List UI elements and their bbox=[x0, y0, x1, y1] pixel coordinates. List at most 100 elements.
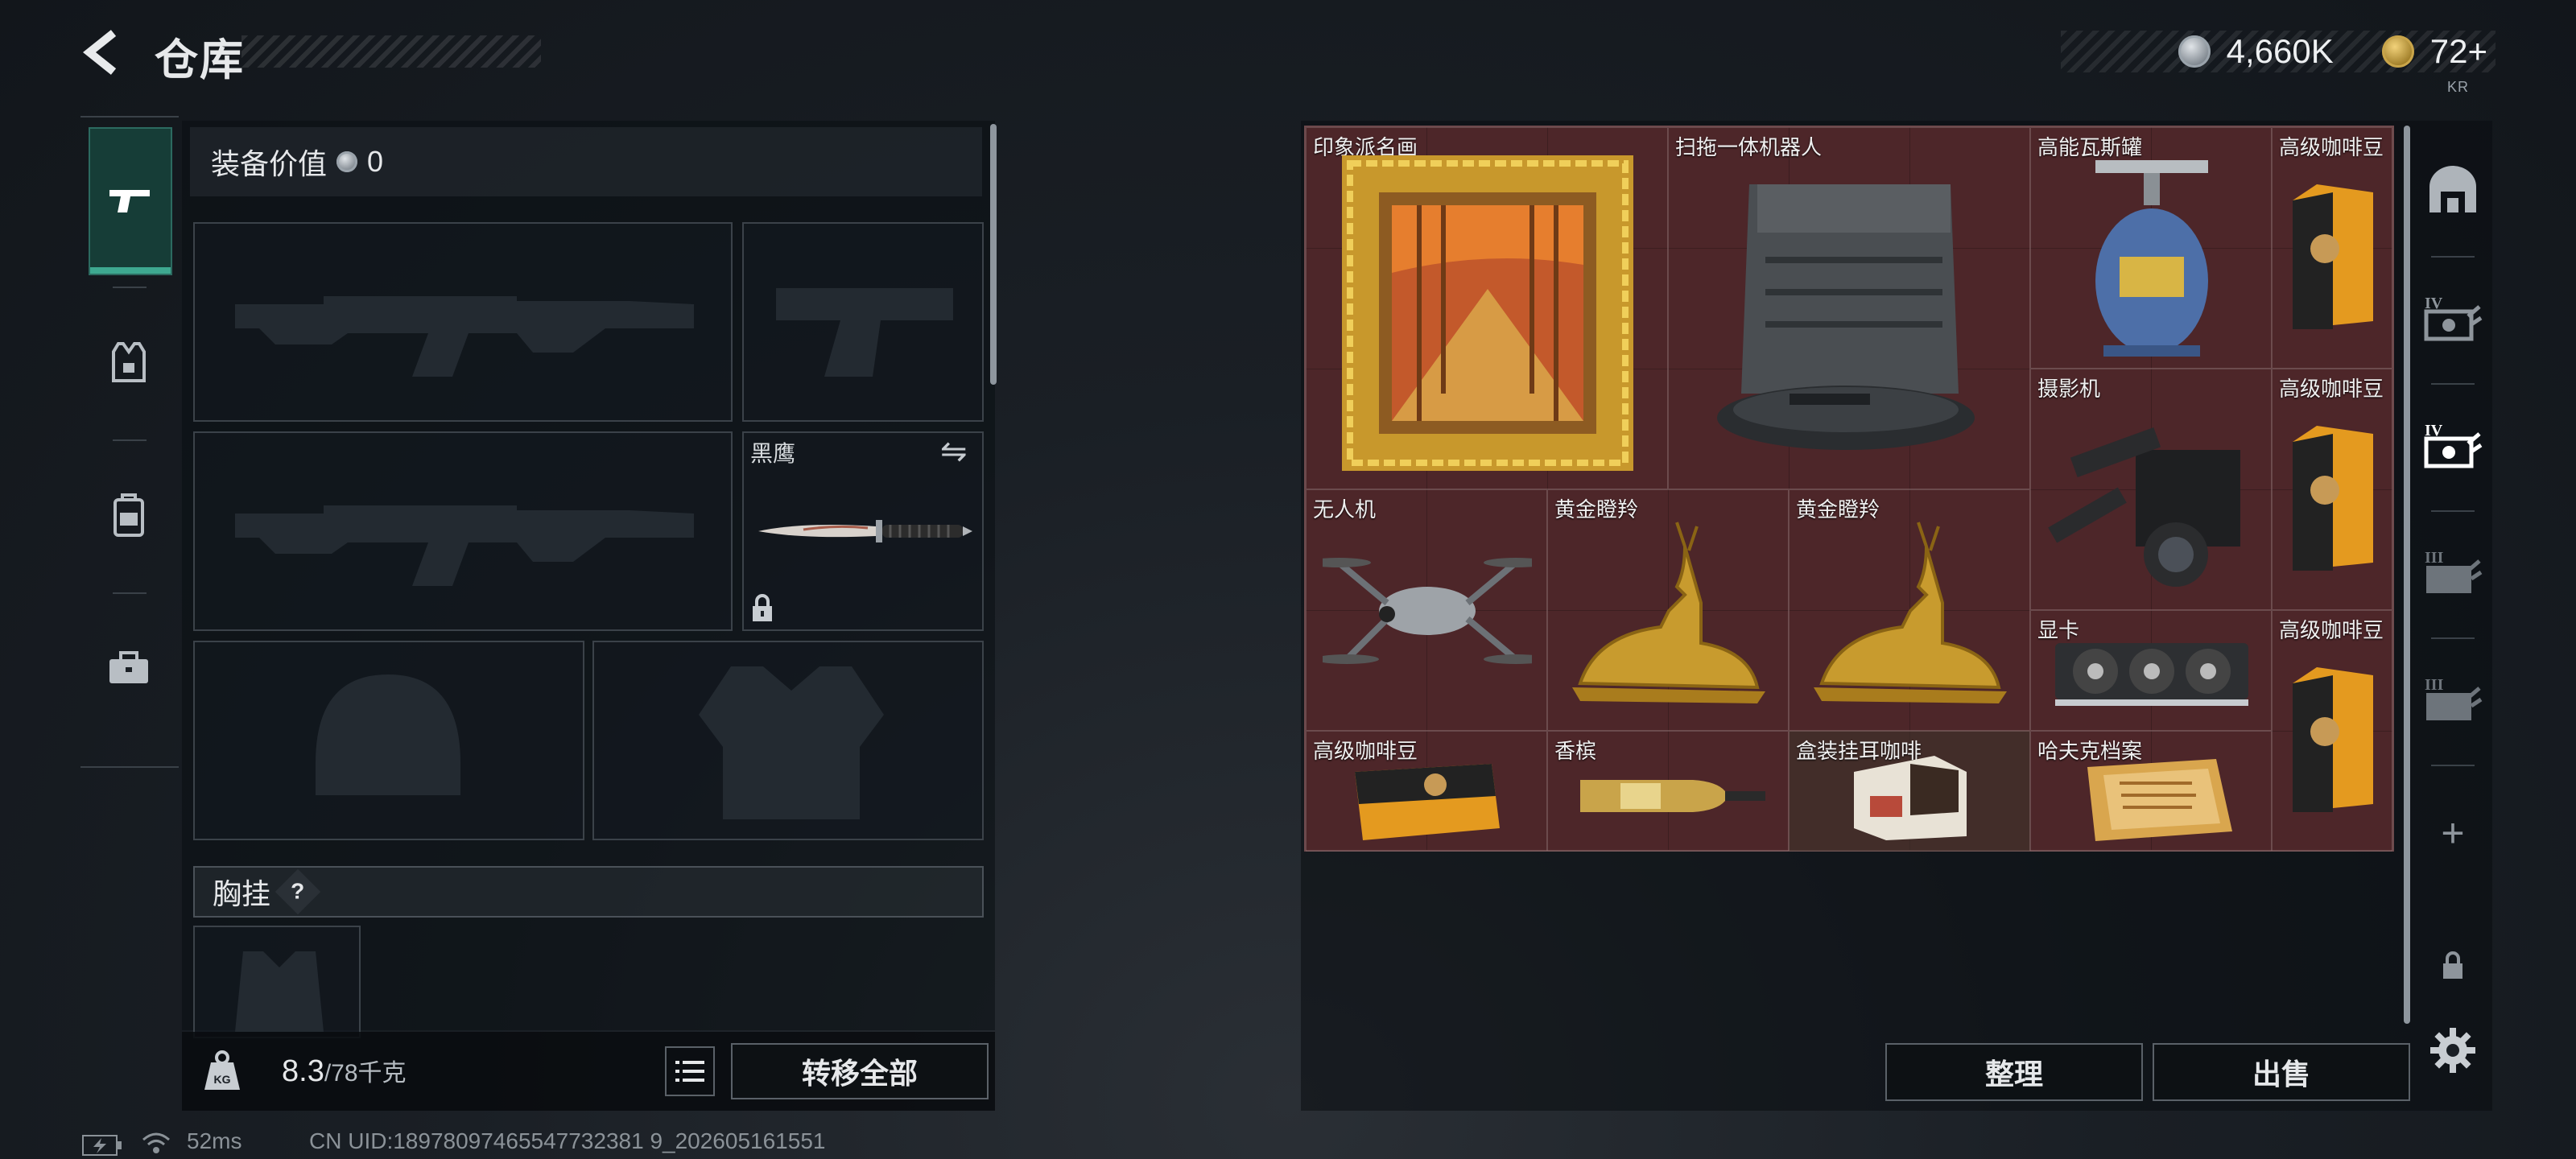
tab-case-iv-2[interactable]: IV bbox=[2417, 385, 2489, 505]
battery-icon bbox=[82, 1135, 122, 1156]
melee-item-label: 黑鹰 bbox=[750, 441, 796, 466]
stash-item-golden-deer-2[interactable]: 黄金瞪羚 bbox=[1789, 489, 2030, 731]
item-name: 高级咖啡豆 bbox=[2279, 377, 2384, 401]
golden-deer-icon bbox=[1814, 522, 2007, 703]
gold-coin-icon bbox=[2381, 35, 2414, 68]
helmet-silhouette-icon bbox=[316, 674, 460, 795]
title-decoration bbox=[242, 35, 541, 68]
stash-item-painting[interactable]: 印象派名画 bbox=[1306, 127, 1668, 489]
tab-case-iii-2[interactable]: III bbox=[2417, 639, 2489, 760]
helmet-slot[interactable] bbox=[193, 641, 584, 840]
chest-rig-slot[interactable] bbox=[193, 926, 361, 1038]
tab-stash-home[interactable] bbox=[2417, 130, 2489, 251]
armor-slot[interactable] bbox=[592, 641, 984, 840]
sell-button[interactable]: 出售 bbox=[2153, 1043, 2410, 1101]
silver-coin-icon bbox=[2178, 35, 2211, 68]
gas-canister-icon bbox=[2095, 160, 2208, 357]
stash-item-coffee-1[interactable]: 高级咖啡豆 bbox=[2272, 127, 2392, 369]
svg-text:III: III bbox=[2425, 549, 2444, 567]
weight-max: /78千克 bbox=[324, 1060, 407, 1087]
stash-item-video-camera[interactable]: 摄影机 bbox=[2030, 369, 2272, 610]
robot-vacuum-icon bbox=[1717, 184, 1975, 450]
drone-icon bbox=[1323, 558, 1532, 664]
silver-currency-value: 4,660K bbox=[2226, 32, 2334, 70]
primary-weapon-slot[interactable] bbox=[193, 222, 733, 422]
briefcase-icon bbox=[109, 651, 148, 683]
tab-case-iii-1[interactable]: III bbox=[2417, 512, 2489, 633]
stash-grid: 印象派名画 扫拖一体机器人 高能瓦斯罐 高级咖啡豆 摄影机 高级咖啡豆 无人机 … bbox=[1304, 126, 2394, 852]
graphics-card-icon bbox=[2055, 643, 2248, 706]
lock-icon bbox=[753, 594, 772, 621]
pistol-icon bbox=[109, 190, 150, 212]
stash-item-documents[interactable]: 哈夫克档案 bbox=[2030, 731, 2272, 852]
rail-item-weapon[interactable] bbox=[89, 127, 172, 275]
help-icon[interactable]: ? bbox=[275, 868, 321, 915]
weight-icon: KG bbox=[204, 1050, 240, 1090]
wifi-icon bbox=[142, 1132, 170, 1153]
swap-icon[interactable]: ⇋ bbox=[940, 433, 968, 470]
stash-item-coffee-3[interactable]: 高级咖啡豆 bbox=[2272, 610, 2392, 852]
rifle-silhouette-icon bbox=[235, 296, 694, 377]
coffee-box-icon bbox=[1854, 756, 1967, 840]
framed-painting-icon bbox=[1342, 155, 1633, 471]
pistol-slot[interactable] bbox=[742, 222, 984, 422]
tier4-case-icon: IV bbox=[2424, 295, 2483, 341]
melee-slot[interactable]: 黑鹰 ⇋ bbox=[742, 431, 984, 631]
stash-item-golden-deer-1[interactable]: 黄金瞪羚 bbox=[1547, 489, 1789, 731]
add-tab-button[interactable]: + bbox=[2417, 773, 2489, 893]
stash-item-gas-canister[interactable]: 高能瓦斯罐 bbox=[2030, 127, 2272, 369]
transfer-all-button[interactable]: 转移全部 bbox=[731, 1043, 989, 1099]
back-arrow-icon bbox=[82, 30, 117, 75]
equipment-value: 0 bbox=[367, 145, 384, 178]
list-view-button[interactable] bbox=[665, 1046, 715, 1096]
svg-text:KG: KG bbox=[214, 1073, 231, 1086]
champagne-bottle-icon bbox=[1580, 780, 1765, 812]
backpack-icon bbox=[114, 493, 144, 537]
golden-deer-icon bbox=[1572, 522, 1765, 703]
stash-home-icon bbox=[2429, 166, 2476, 212]
chest-rig-label: 胸挂 bbox=[213, 877, 271, 910]
back-button[interactable] bbox=[77, 24, 126, 80]
tier3-case-icon: III bbox=[2425, 549, 2483, 593]
stash-item-robot-vacuum[interactable]: 扫拖一体机器人 bbox=[1668, 127, 2030, 489]
stash-item-coffee-box[interactable]: 盒装挂耳咖啡 bbox=[1789, 731, 2030, 852]
item-name: 香槟 bbox=[1554, 739, 1597, 763]
svg-text:III: III bbox=[2425, 676, 2444, 694]
uid-text: CN UID:18978097465547732381 9_2026051615… bbox=[309, 1128, 826, 1153]
tier4-case-icon: IV bbox=[2424, 422, 2483, 468]
page-title: 仓库 bbox=[155, 36, 245, 85]
lock-icon bbox=[2443, 951, 2462, 979]
settings-button[interactable] bbox=[2417, 990, 2489, 1111]
stash-scrollbar[interactable] bbox=[2404, 126, 2410, 1024]
equipment-scrollbar[interactable] bbox=[990, 124, 997, 385]
armor-silhouette-icon bbox=[699, 666, 884, 819]
equipment-value-label: 装备价值 bbox=[211, 147, 328, 180]
coffee-bag-icon bbox=[2293, 426, 2373, 571]
weight-readout: 8.3/78千克 bbox=[282, 1053, 407, 1089]
pistol-silhouette-icon bbox=[776, 288, 953, 377]
category-rail bbox=[80, 116, 179, 768]
item-name: 摄影机 bbox=[2037, 377, 2101, 401]
list-icon bbox=[675, 1061, 704, 1082]
stash-item-coffee-4[interactable]: 高级咖啡豆 bbox=[1306, 731, 1547, 852]
gold-currency-value[interactable]: 72+ bbox=[2430, 32, 2487, 71]
tier3-case-icon: III bbox=[2425, 676, 2483, 720]
weight-current: 8.3 bbox=[282, 1054, 324, 1088]
stash-item-graphics-card[interactable]: 显卡 bbox=[2030, 610, 2272, 731]
tab-case-iv-1[interactable]: IV bbox=[2417, 258, 2489, 378]
video-camera-icon bbox=[2048, 427, 2240, 587]
stash-item-champagne[interactable]: 香槟 bbox=[1547, 731, 1789, 852]
chest-rig-silhouette-icon bbox=[235, 951, 324, 1032]
sort-button[interactable]: 整理 bbox=[1885, 1043, 2143, 1101]
stash-item-coffee-2[interactable]: 高级咖啡豆 bbox=[2272, 369, 2392, 610]
currency-bar: 4,660K 72+ bbox=[2061, 31, 2496, 72]
documents-icon bbox=[2087, 759, 2232, 841]
rail-item-toolbox[interactable] bbox=[89, 596, 169, 740]
region-badge: KR bbox=[2447, 79, 2470, 95]
coffee-bag-icon bbox=[2293, 184, 2373, 329]
stash-item-drone[interactable]: 无人机 bbox=[1306, 489, 1547, 731]
rail-item-backpack[interactable] bbox=[89, 443, 169, 588]
rail-item-armor[interactable] bbox=[89, 290, 169, 435]
gear-icon bbox=[2430, 1028, 2475, 1073]
secondary-weapon-slot[interactable] bbox=[193, 431, 733, 631]
